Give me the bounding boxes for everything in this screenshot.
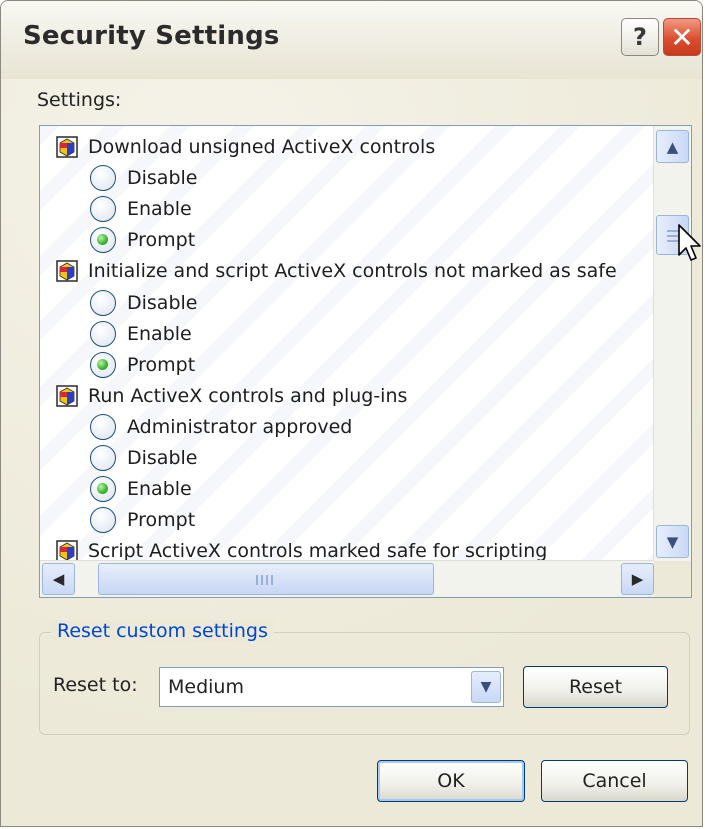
radio-unchecked-icon[interactable] — [90, 289, 116, 316]
chevron-left-icon: ◀ — [52, 570, 65, 588]
category-label: Initialize and script ActiveX controls n… — [88, 260, 617, 283]
mouse-cursor-icon — [678, 224, 701, 261]
chevron-up-icon: ▲ — [666, 137, 679, 156]
activex-category-icon — [56, 385, 78, 407]
reset-to-label: Reset to: — [53, 674, 138, 696]
radio-unchecked-icon[interactable] — [90, 196, 116, 223]
chevron-right-icon: ▶ — [631, 570, 644, 588]
settings-label: Settings: — [37, 89, 122, 111]
radio-checked-icon[interactable] — [90, 476, 116, 503]
dropdown-button[interactable]: ▼ — [471, 671, 501, 703]
settings-category: Run ActiveX controls and plug-ins — [56, 380, 407, 412]
reset-level-value: Medium — [168, 676, 244, 698]
chevron-down-icon: ▼ — [480, 679, 492, 695]
option-label: Enable — [127, 322, 192, 345]
settings-option[interactable]: Disable — [90, 442, 197, 474]
category-label: Download unsigned ActiveX controls — [88, 136, 436, 158]
settings-option[interactable]: Enable — [90, 193, 192, 225]
radio-unchecked-icon[interactable] — [90, 445, 116, 471]
option-label: Disable — [127, 291, 198, 314]
option-label: Disable — [127, 447, 198, 469]
security-settings-dialog: Security Settings ? ✕ Settings: Download… — [0, 0, 703, 827]
settings-list: Download unsigned ActiveX controls Disabl… — [40, 126, 654, 562]
close-button[interactable]: ✕ — [663, 18, 701, 56]
radio-checked-icon[interactable] — [90, 351, 116, 378]
settings-listbox[interactable]: Download unsigned ActiveX controls Disabl… — [39, 125, 692, 598]
grip-line — [271, 575, 273, 585]
cancel-button[interactable]: Cancel — [541, 760, 688, 802]
grip-line — [266, 575, 268, 585]
option-label: Prompt — [127, 353, 196, 376]
option-label: Prompt — [127, 229, 196, 252]
activex-category-icon — [56, 136, 78, 158]
radio-unchecked-icon[interactable] — [90, 320, 116, 347]
category-label: Script ActiveX controls marked safe for … — [88, 540, 548, 562]
grip-line — [256, 575, 258, 585]
option-label: Enable — [127, 198, 192, 221]
settings-category: Script ActiveX controls marked safe for … — [56, 535, 547, 562]
settings-option[interactable]: Prompt — [90, 224, 195, 256]
settings-option[interactable]: Enable — [90, 318, 192, 350]
title-bar[interactable]: Security Settings ? ✕ — [1, 1, 702, 79]
settings-option[interactable]: Prompt — [90, 504, 195, 536]
option-label: Administrator approved — [127, 415, 353, 438]
activex-category-icon — [56, 540, 78, 562]
settings-category: Initialize and script ActiveX controls n… — [56, 255, 617, 287]
help-icon: ? — [633, 23, 647, 51]
scroll-up-button[interactable]: ▲ — [656, 130, 689, 163]
horizontal-scroll-thumb[interactable] — [98, 563, 434, 595]
close-icon: ✕ — [670, 20, 694, 54]
option-label: Prompt — [127, 509, 196, 532]
scroll-down-button[interactable]: ▼ — [656, 525, 689, 558]
settings-option[interactable]: Enable — [90, 473, 192, 505]
settings-option[interactable]: Administrator approved — [90, 411, 352, 443]
settings-option[interactable]: Prompt — [90, 349, 195, 381]
category-label: Run ActiveX controls and plug-ins — [88, 384, 408, 407]
radio-checked-icon[interactable] — [90, 227, 116, 254]
grip-line — [261, 575, 263, 585]
settings-option[interactable]: Disable — [90, 287, 197, 319]
reset-level-select[interactable]: Medium ▼ — [159, 667, 504, 707]
option-label: Enable — [127, 478, 192, 501]
reset-group-legend: Reset custom settings — [51, 620, 274, 642]
chevron-down-icon: ▼ — [666, 532, 679, 551]
settings-category: Download unsigned ActiveX controls — [56, 131, 435, 163]
settings-option[interactable]: Disable — [90, 162, 197, 194]
horizontal-scrollbar[interactable]: ◀ ▶ — [40, 560, 654, 597]
help-button[interactable]: ? — [621, 18, 659, 56]
reset-button[interactable]: Reset — [523, 666, 668, 708]
ok-button[interactable]: OK — [377, 760, 525, 802]
dialog-title: Security Settings — [23, 21, 280, 51]
vertical-scrollbar[interactable]: ▲ ▼ — [653, 126, 691, 562]
radio-unchecked-icon[interactable] — [90, 507, 116, 534]
option-label: Disable — [127, 167, 198, 190]
scroll-right-button[interactable]: ▶ — [621, 563, 654, 595]
radio-unchecked-icon[interactable] — [90, 165, 116, 192]
radio-unchecked-icon[interactable] — [90, 413, 116, 440]
activex-category-icon — [56, 260, 78, 283]
scroll-left-button[interactable]: ◀ — [42, 563, 75, 595]
scrollbar-corner — [654, 561, 691, 597]
